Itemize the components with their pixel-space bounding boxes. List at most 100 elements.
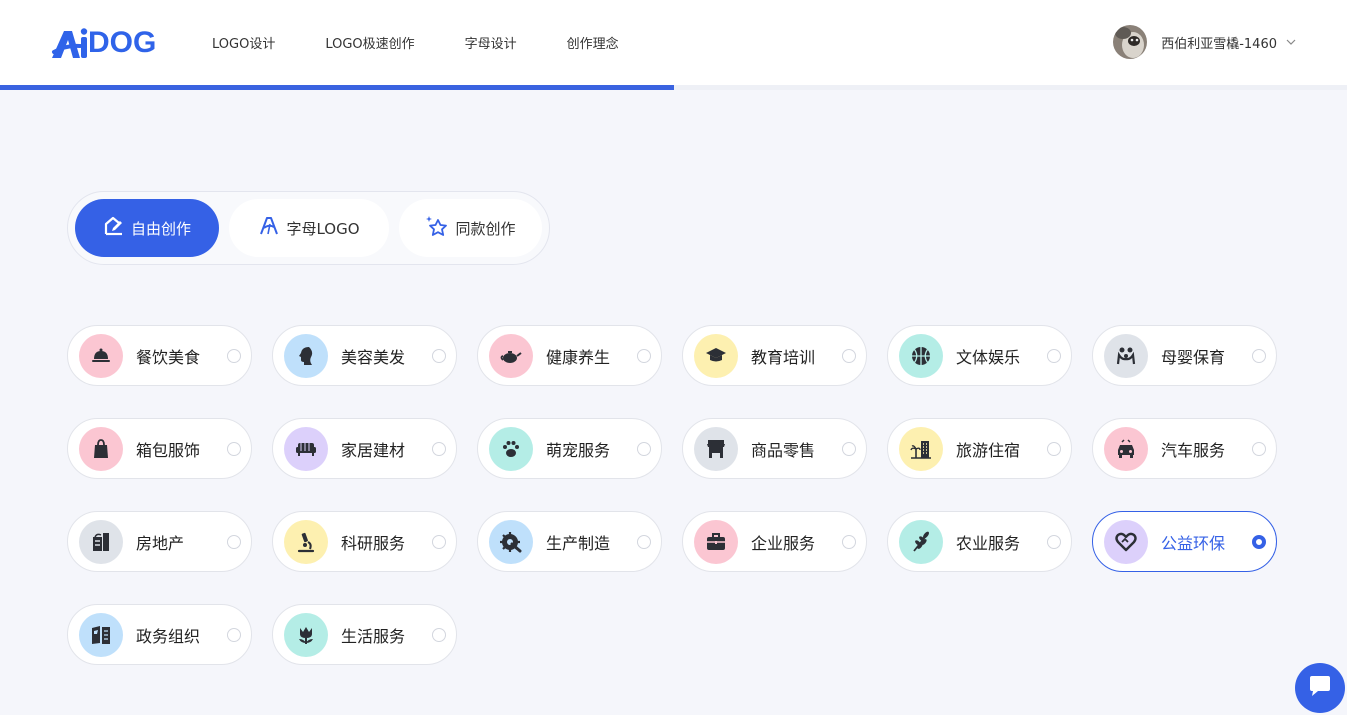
category-radio[interactable] <box>432 441 446 456</box>
chevron-down-icon[interactable] <box>1285 33 1297 52</box>
category-radio[interactable] <box>637 348 651 363</box>
hotel-palm-icon <box>899 426 943 471</box>
category-option[interactable]: 商品零售 <box>682 418 867 479</box>
category-radio[interactable] <box>227 627 241 642</box>
category-label: 萌宠服务 <box>546 440 611 460</box>
briefcase-icon <box>694 519 738 564</box>
category-option[interactable]: 公益环保 <box>1092 511 1277 572</box>
category-label: 公益环保 <box>1161 533 1226 553</box>
tab-letter-logo[interactable]: 字母LOGO <box>229 199 389 257</box>
tab-same-style[interactable]: 同款创作 <box>399 199 542 257</box>
tulip-icon <box>284 612 328 657</box>
category-radio[interactable] <box>842 441 856 456</box>
cloche-icon <box>79 333 123 378</box>
user-menu[interactable]: 西伯利亚雪橇-1460 <box>1113 25 1297 59</box>
category-radio[interactable] <box>1047 534 1061 549</box>
tab-label: 同款创作 <box>455 219 516 238</box>
flag-book-icon <box>79 612 123 657</box>
microscope-icon <box>284 519 328 564</box>
paw-icon <box>489 426 533 471</box>
category-label: 家居建材 <box>341 440 406 460</box>
tab-label: 字母LOGO <box>286 219 360 238</box>
category-label: 生产制造 <box>546 533 611 553</box>
category-option[interactable]: 家居建材 <box>272 418 457 479</box>
category-label: 企业服务 <box>751 533 816 553</box>
storefront-icon <box>694 426 738 471</box>
graduation-cap-icon <box>694 333 738 378</box>
top-header: DOG LOGO设计 LOGO极速创作 字母设计 创作理念 西伯利亚雪橇-146… <box>0 0 1347 85</box>
category-radio[interactable] <box>432 534 446 549</box>
category-radio[interactable] <box>432 627 446 642</box>
category-label: 餐饮美食 <box>136 347 201 367</box>
category-radio[interactable] <box>842 534 856 549</box>
category-option[interactable]: 企业服务 <box>682 511 867 572</box>
category-radio[interactable] <box>227 534 241 549</box>
category-radio[interactable] <box>432 348 446 363</box>
category-label: 箱包服饰 <box>136 440 201 460</box>
chat-support-button[interactable] <box>1295 663 1345 713</box>
category-label: 商品零售 <box>751 440 816 460</box>
tab-free-create[interactable]: 自由创作 <box>75 199 219 257</box>
category-label: 农业服务 <box>956 533 1021 553</box>
category-radio[interactable] <box>227 348 241 363</box>
username: 西伯利亚雪橇-1460 <box>1161 36 1277 52</box>
avatar[interactable] <box>1113 25 1148 59</box>
category-option[interactable]: 农业服务 <box>887 511 1072 572</box>
category-option[interactable]: 旅游住宿 <box>887 418 1072 479</box>
category-radio[interactable] <box>227 441 241 456</box>
category-radio[interactable] <box>1252 534 1266 549</box>
category-option[interactable]: 生产制造 <box>477 511 662 572</box>
heart-icon <box>1104 519 1148 564</box>
car-icon <box>1104 426 1148 471</box>
category-option[interactable]: 餐饮美食 <box>67 325 252 386</box>
category-label: 文体娱乐 <box>956 347 1021 367</box>
nav-logo-quick[interactable]: LOGO极速创作 <box>325 33 414 52</box>
teapot-icon <box>489 333 533 378</box>
star-sparkle-icon <box>425 214 455 242</box>
category-option[interactable]: 萌宠服务 <box>477 418 662 479</box>
category-option[interactable]: 汽车服务 <box>1092 418 1277 479</box>
category-label: 母婴保育 <box>1161 347 1226 367</box>
category-label: 政务组织 <box>136 626 201 646</box>
category-option[interactable]: 科研服务 <box>272 511 457 572</box>
sofa-icon <box>284 426 328 471</box>
category-label: 旅游住宿 <box>956 440 1021 460</box>
building-icon <box>79 519 123 564</box>
gear-wrench-icon <box>489 519 533 564</box>
main-nav: LOGO设计 LOGO极速创作 字母设计 创作理念 <box>212 0 669 85</box>
category-option[interactable]: 生活服务 <box>272 604 457 665</box>
aidog-logo[interactable]: DOG <box>50 26 156 60</box>
nav-letter-design[interactable]: 字母设计 <box>465 33 517 52</box>
category-label: 房地产 <box>136 533 185 553</box>
category-option[interactable]: 健康养生 <box>477 325 662 386</box>
chat-bubble-icon <box>1307 674 1333 702</box>
nav-logo-design[interactable]: LOGO设计 <box>212 33 275 52</box>
logo-text: DOG <box>88 26 157 59</box>
category-option[interactable]: 政务组织 <box>67 604 252 665</box>
category-label: 美容美发 <box>341 347 406 367</box>
category-option[interactable]: 教育培训 <box>682 325 867 386</box>
category-option[interactable]: 房地产 <box>67 511 252 572</box>
category-radio[interactable] <box>1252 441 1266 456</box>
edit-house-icon <box>103 215 131 241</box>
category-option[interactable]: 母婴保育 <box>1092 325 1277 386</box>
category-label: 生活服务 <box>341 626 406 646</box>
mode-tabs: 自由创作 字母LOGO 同款创作 <box>67 191 550 265</box>
category-option[interactable]: 文体娱乐 <box>887 325 1072 386</box>
face-profile-icon <box>284 333 328 378</box>
category-radio[interactable] <box>637 441 651 456</box>
category-option[interactable]: 箱包服饰 <box>67 418 252 479</box>
category-radio[interactable] <box>1047 348 1061 363</box>
category-radio[interactable] <box>637 534 651 549</box>
shopping-bag-icon <box>79 426 123 471</box>
category-option[interactable]: 美容美发 <box>272 325 457 386</box>
category-radio[interactable] <box>1252 348 1266 363</box>
tab-label: 自由创作 <box>130 219 191 238</box>
mother-baby-icon <box>1104 333 1148 378</box>
basketball-icon <box>899 333 943 378</box>
letter-a-icon <box>258 215 286 241</box>
nav-concept[interactable]: 创作理念 <box>567 33 619 52</box>
category-radio[interactable] <box>842 348 856 363</box>
wheat-icon <box>899 519 943 564</box>
category-radio[interactable] <box>1047 441 1061 456</box>
